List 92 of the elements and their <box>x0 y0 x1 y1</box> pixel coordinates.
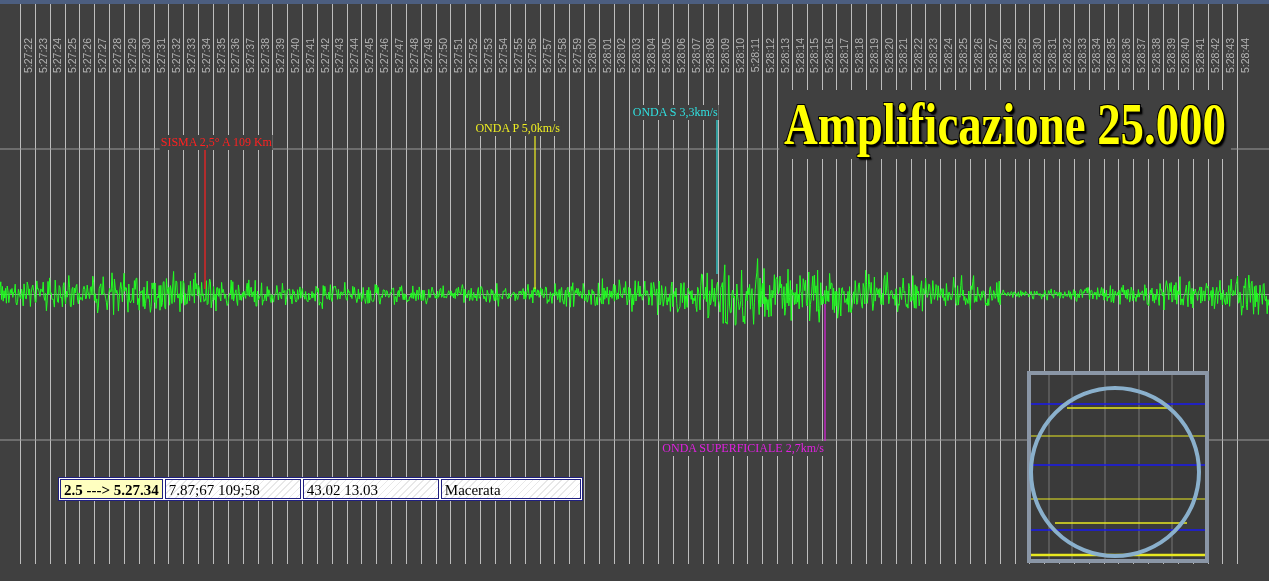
time-label: 5:28:40 <box>1180 38 1191 74</box>
time-label: 5:27:44 <box>349 38 360 74</box>
info-cell: Macerata <box>440 479 581 499</box>
time-label: 5:27:42 <box>319 38 331 74</box>
marker-label: SISMA 2,5° A 109 Km <box>159 135 273 150</box>
time-label: 5:28:08 <box>705 38 716 74</box>
time-label: 5:27:27 <box>96 38 108 74</box>
time-label: 5:27:23 <box>37 38 48 74</box>
time-label: 5:27:38 <box>260 38 271 74</box>
time-label: 5:28:24 <box>943 38 954 74</box>
time-label: 5:27:45 <box>364 38 375 74</box>
time-label: 5:28:19 <box>868 38 880 74</box>
time-label: 5:27:41 <box>304 38 316 74</box>
time-label: 5:28:13 <box>779 38 791 74</box>
time-label: 5:27:36 <box>230 38 241 74</box>
amplification-title: Amplificazione 25.000 <box>779 90 1231 159</box>
time-label: 5:28:07 <box>690 38 702 74</box>
time-label: 5:27:59 <box>571 38 583 74</box>
time-label: 5:27:49 <box>423 38 434 74</box>
time-label: 5:27:34 <box>200 38 212 74</box>
time-label: 5:28:37 <box>1135 38 1147 74</box>
info-cell: 2.5 ---> 5.27.34 <box>60 479 163 499</box>
time-label: 5:28:25 <box>957 38 969 74</box>
time-label: 5:28:06 <box>675 38 687 74</box>
time-label: 5:27:57 <box>542 38 553 74</box>
time-label: 5:28:04 <box>646 38 657 74</box>
time-label: 5:28:39 <box>1165 38 1177 74</box>
time-label: 5:27:53 <box>482 38 494 74</box>
marker-label: ONDA SUPERFICIALE 2,7km/s <box>661 441 825 456</box>
time-label: 5:28:05 <box>660 38 672 74</box>
time-label: 5:28:31 <box>1046 38 1058 74</box>
time-label: 5:27:56 <box>527 38 538 74</box>
time-label: 5:28:14 <box>794 38 806 74</box>
time-label: 5:27:33 <box>185 38 197 74</box>
time-label: 5:28:36 <box>1121 38 1132 74</box>
time-label: 5:27:26 <box>82 38 93 74</box>
time-label: 5:28:17 <box>839 38 850 74</box>
time-label: 5:28:15 <box>809 38 820 74</box>
time-label: 5:28:34 <box>1091 38 1102 74</box>
time-label: 5:28:00 <box>586 38 598 74</box>
time-label: 5:27:32 <box>171 38 182 74</box>
time-label: 5:28:27 <box>987 38 998 74</box>
time-label: 5:28:09 <box>720 38 731 74</box>
time-label: 5:27:40 <box>289 38 301 74</box>
time-label: 5:28:30 <box>1032 38 1043 74</box>
time-label: 5:27:43 <box>334 38 345 74</box>
time-label: 5:27:22 <box>22 38 34 74</box>
marker-label: ONDA P 5,0km/s <box>474 121 561 136</box>
time-label: 5:28:38 <box>1150 38 1162 74</box>
time-label: 5:28:21 <box>898 38 909 74</box>
time-label: 5:27:37 <box>245 38 256 74</box>
time-label: 5:27:46 <box>378 38 390 74</box>
time-label: 5:28:16 <box>824 38 835 74</box>
time-label: 5:28:20 <box>883 38 895 74</box>
time-label: 5:28:23 <box>928 38 939 74</box>
time-label: 5:27:58 <box>557 38 568 74</box>
time-label: 5:28:43 <box>1225 38 1236 74</box>
time-label: 5:28:03 <box>631 38 642 74</box>
time-label: 5:27:24 <box>52 38 63 74</box>
time-label: 5:27:47 <box>393 38 405 74</box>
time-label: 5:27:55 <box>512 38 523 74</box>
time-label: 5:28:35 <box>1106 38 1117 74</box>
time-label: 5:27:39 <box>275 38 286 74</box>
time-label: 5:28:11 <box>750 38 761 73</box>
time-label: 5:28:32 <box>1061 38 1073 74</box>
time-label: 5:28:33 <box>1076 38 1088 74</box>
time-label: 5:28:01 <box>601 38 613 74</box>
time-label: 5:27:35 <box>215 38 227 74</box>
time-label: 5:28:44 <box>1239 38 1251 74</box>
time-label: 5:27:30 <box>141 38 152 74</box>
time-label: 5:27:28 <box>111 38 123 74</box>
info-cell: 7.87;67 109;58 <box>164 479 301 499</box>
time-label: 5:27:51 <box>453 38 464 74</box>
marker-label: ONDA S 3,3km/s <box>631 105 719 120</box>
time-label: 5:27:54 <box>497 38 509 74</box>
time-label: 5:28:29 <box>1017 38 1028 74</box>
time-label: 5:27:25 <box>67 38 78 74</box>
time-label: 5:27:31 <box>156 38 167 74</box>
time-label: 5:28:22 <box>913 38 924 74</box>
time-label: 5:27:48 <box>408 38 420 74</box>
time-label: 5:27:50 <box>438 38 449 74</box>
info-cell: 43.02 13.03 <box>302 479 439 499</box>
time-label: 5:28:12 <box>764 38 776 74</box>
time-label: 5:28:41 <box>1195 38 1206 74</box>
time-label: 5:28:10 <box>735 38 746 74</box>
time-label: 5:28:02 <box>616 38 627 74</box>
time-label: 5:28:18 <box>853 38 865 74</box>
time-label: 5:28:28 <box>1002 38 1013 74</box>
time-label: 5:28:42 <box>1210 38 1221 74</box>
time-label: 5:27:52 <box>468 38 479 74</box>
time-label: 5:28:26 <box>972 38 984 74</box>
time-label: 5:27:29 <box>126 38 138 74</box>
